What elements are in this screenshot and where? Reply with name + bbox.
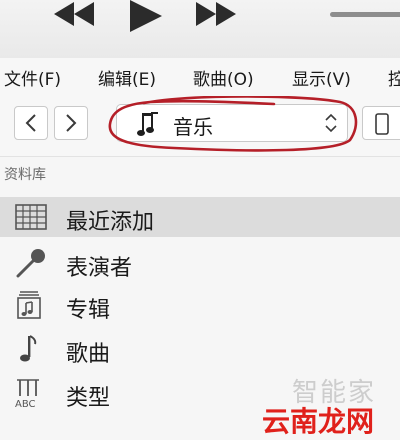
forward-button[interactable]: [54, 106, 88, 140]
playback-toolbar: [0, 0, 400, 59]
menu-file[interactable]: 文件(F): [4, 65, 61, 90]
library-section-header: 资料库: [4, 167, 46, 183]
menu-controls[interactable]: 控: [388, 65, 400, 90]
library-item-recently-added[interactable]: 最近添加: [0, 197, 400, 237]
up-down-arrows-icon: [325, 113, 337, 133]
menu-bar: 文件(F) 编辑(E) 歌曲(O) 显示(V) 控: [0, 58, 400, 92]
fast-forward-icon[interactable]: [192, 0, 240, 30]
library-item-label: 类型: [66, 386, 111, 411]
library-item-artists[interactable]: 表演者: [0, 243, 400, 283]
iphone-icon: [375, 113, 389, 135]
menu-view[interactable]: 显示(V): [292, 65, 351, 90]
rewind-icon[interactable]: [52, 0, 100, 30]
menu-edit[interactable]: 编辑(E): [98, 65, 156, 90]
microphone-icon: [16, 249, 45, 278]
chevron-left-icon: [25, 114, 36, 132]
library-item-albums[interactable]: 专辑: [0, 285, 400, 325]
library-item-label: 歌曲: [66, 342, 111, 367]
media-type-selector[interactable]: 音乐: [116, 104, 348, 142]
library-item-label: 专辑: [66, 298, 111, 323]
library-item-label: 表演者: [66, 256, 133, 281]
media-type-label: 音乐: [173, 115, 213, 139]
album-icon: [17, 291, 41, 319]
navigation-bar: 音乐: [0, 92, 400, 157]
svg-text:ABC: ABC: [15, 399, 36, 408]
back-button[interactable]: [14, 106, 48, 140]
recently-added-grid-icon: [15, 204, 47, 230]
music-note-icon: [137, 112, 158, 136]
chevron-right-icon: [66, 114, 77, 132]
watermark-bottom: 云南龙网: [262, 405, 375, 438]
music-note-icon: [20, 335, 37, 362]
volume-slider[interactable]: [330, 12, 400, 17]
library-item-label: 最近添加: [66, 210, 155, 235]
menu-song[interactable]: 歌曲(O): [193, 65, 254, 90]
genre-icon: ABC: [15, 379, 39, 408]
device-button[interactable]: [362, 106, 400, 140]
library-item-songs[interactable]: 歌曲: [0, 329, 400, 369]
play-icon[interactable]: [126, 0, 166, 34]
